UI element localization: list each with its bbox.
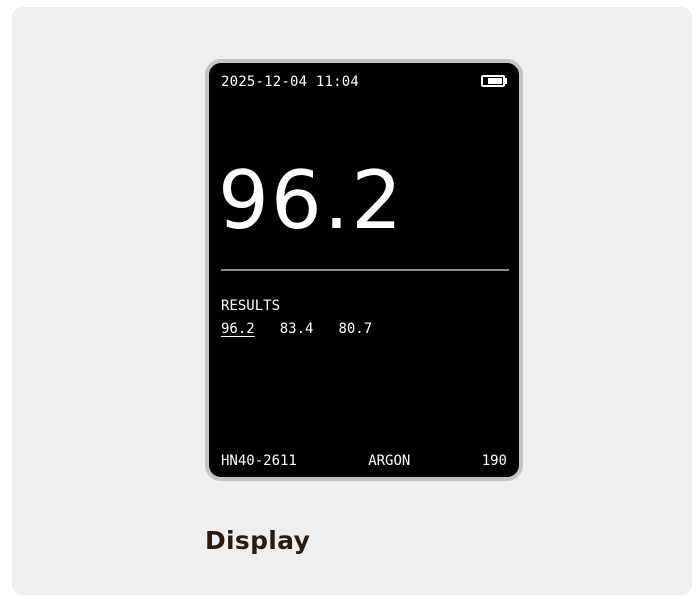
results-label: RESULTS [221,298,281,314]
card-caption: Display [205,526,311,555]
footer-count: 190 [481,453,507,469]
status-datetime: 2025-12-04 11:04 [221,74,360,90]
result-value: 80.7 [338,321,373,337]
battery-terminal [505,78,507,84]
display-card: 2025-12-04 11:04 96.2 RESULTS 96.2 83.4 … [12,7,692,595]
result-value: 83.4 [279,321,314,337]
results-list: 96.2 83.4 80.7 [221,321,372,337]
screen-footer: HN40-2611 ARGON 190 [221,453,507,469]
screen-divider [221,269,509,271]
footer-gas: ARGON [368,453,411,469]
device-screen: 2025-12-04 11:04 96.2 RESULTS 96.2 83.4 … [205,59,523,481]
main-reading: 96.2 [218,154,405,247]
battery-level-fill [488,78,502,84]
battery-icon [481,75,505,87]
footer-model: HN40-2611 [221,453,297,469]
result-value: 96.2 [221,321,255,337]
